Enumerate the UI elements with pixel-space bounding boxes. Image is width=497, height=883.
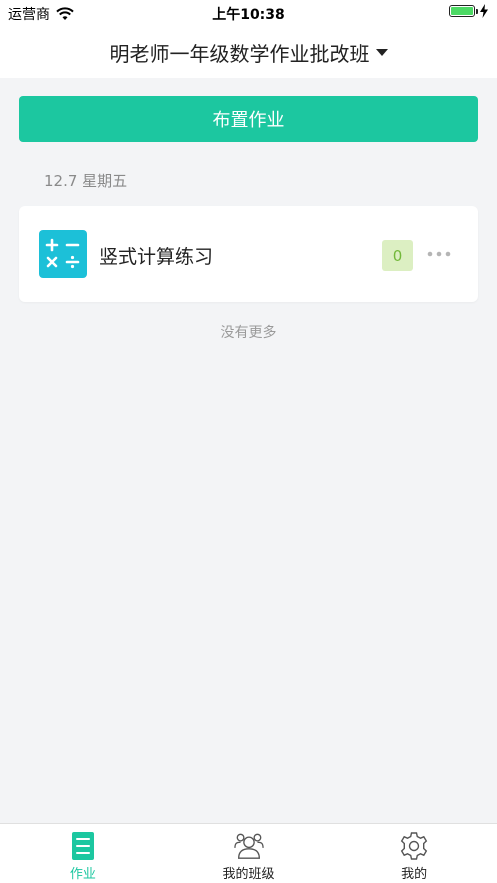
more-options-icon[interactable]: [426, 246, 452, 262]
date-header: 12.7 星期五: [44, 172, 128, 190]
settings-gear-icon: [400, 832, 428, 860]
tab-homework-label: 作业: [69, 867, 96, 882]
status-right: [449, 4, 489, 18]
tab-my-class[interactable]: 我的班级: [166, 824, 332, 883]
no-more-text: 没有更多: [220, 325, 277, 341]
tab-mine[interactable]: 我的: [331, 824, 497, 883]
math-operations-icon: [39, 230, 87, 278]
tab-homework[interactable]: 作业: [0, 824, 166, 883]
tab-mine-label: 我的: [401, 867, 428, 882]
homework-card[interactable]: 竖式计算练习 0: [19, 206, 478, 302]
charging-icon: [480, 4, 488, 18]
assign-homework-label: 布置作业: [212, 110, 285, 131]
submission-count-badge: 0: [382, 240, 413, 271]
chevron-down-icon[interactable]: [375, 48, 388, 56]
class-title[interactable]: 明老师一年级数学作业批改班: [110, 38, 370, 67]
assign-homework-button[interactable]: 布置作业: [19, 96, 478, 142]
status-bar: 运营商 上午10:38: [0, 0, 497, 26]
battery-icon: [449, 5, 478, 17]
homework-title: 竖式计算练习: [99, 246, 214, 268]
tab-bar: 作业 我的班级 我的: [0, 823, 497, 883]
class-people-icon: [233, 833, 264, 859]
tab-my-class-label: 我的班级: [222, 867, 275, 882]
battery-fill: [451, 7, 473, 15]
homework-list-icon: [71, 832, 94, 860]
status-time: 上午10:38: [212, 7, 285, 23]
nav-bar[interactable]: 明老师一年级数学作业批改班: [0, 26, 497, 78]
